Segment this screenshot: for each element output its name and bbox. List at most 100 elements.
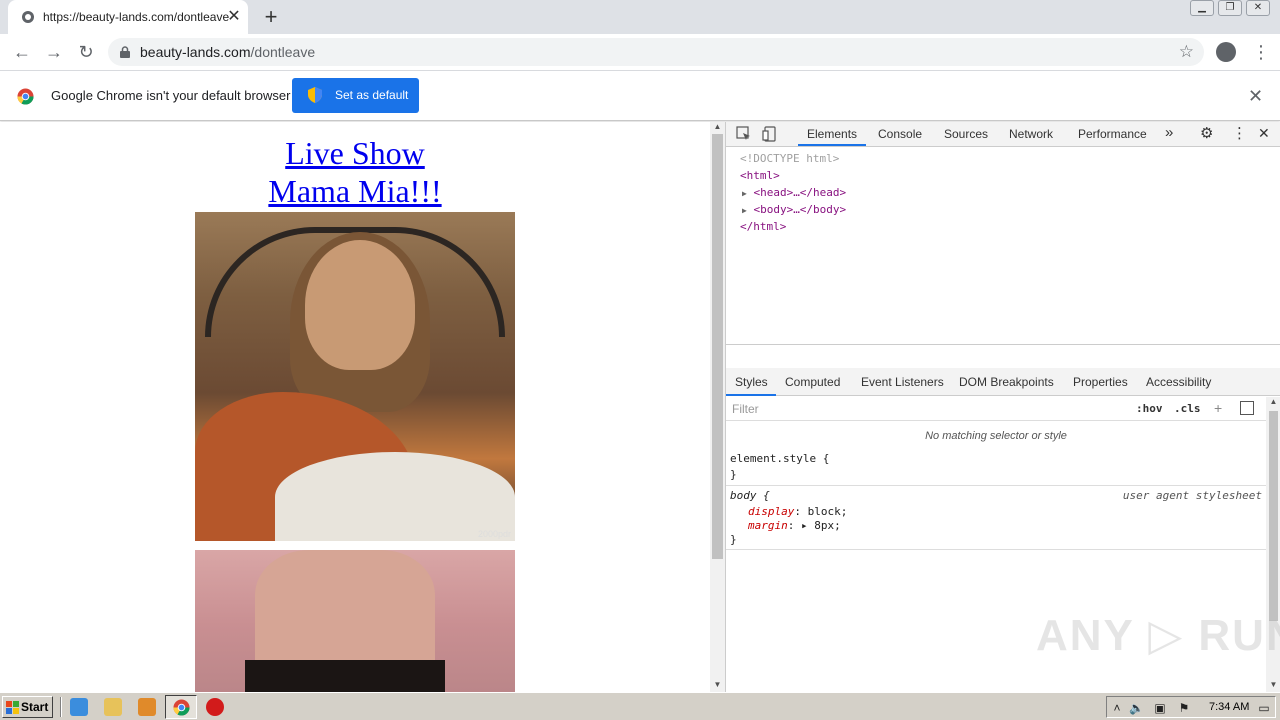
subtab-styles[interactable]: Styles xyxy=(735,375,768,389)
subtab-dom-breakpoints[interactable]: DOM Breakpoints xyxy=(959,375,1054,389)
scroll-up-icon[interactable]: ▲ xyxy=(710,122,725,132)
stop-sign-icon[interactable] xyxy=(206,698,224,716)
rule-separator xyxy=(726,485,1266,486)
restore-button[interactable]: ❐ xyxy=(1218,0,1242,16)
cls-toggle[interactable]: .cls xyxy=(1174,402,1201,415)
new-rule-icon[interactable]: + xyxy=(1214,400,1222,416)
chrome-icon xyxy=(173,699,190,716)
user-agent-label: user agent stylesheet xyxy=(1122,489,1262,502)
styles-subtabs: Styles Computed Event Listeners DOM Brea… xyxy=(726,368,1280,396)
prop-name-display: display xyxy=(748,505,795,518)
live-show-link[interactable]: Live Show xyxy=(0,134,710,172)
media-player-icon[interactable] xyxy=(138,698,156,716)
screen: https://beauty-lands.com/dontleave ✕ + ▁… xyxy=(0,0,1280,720)
tray-expand-icon[interactable]: ˄ xyxy=(1110,701,1124,715)
browser-tab[interactable]: https://beauty-lands.com/dontleave ✕ xyxy=(8,0,248,34)
tab-title: https://beauty-lands.com/dontleave xyxy=(43,10,230,24)
dom-body: <body>…</body> xyxy=(753,203,847,216)
devtools-menu-icon[interactable]: ⋮ xyxy=(1232,124,1247,142)
set-as-default-label: Set as default xyxy=(335,88,409,102)
no-match-message: No matching selector or style xyxy=(925,430,1067,442)
toggle-sidebar-icon[interactable] xyxy=(1240,401,1254,415)
start-button[interactable]: Start xyxy=(2,696,53,718)
dom-html-open[interactable]: <html> xyxy=(740,169,780,182)
page-scrollbar-thumb[interactable] xyxy=(712,134,723,559)
scroll-down-icon[interactable]: ▼ xyxy=(1266,680,1280,690)
infobar-message: Google Chrome isn't your default browser xyxy=(51,88,291,103)
new-tab-button[interactable]: + xyxy=(262,6,280,28)
hov-toggle[interactable]: :hov xyxy=(1136,402,1163,415)
body-rule-close: } xyxy=(730,533,737,546)
network-icon[interactable]: ▣ xyxy=(1153,701,1167,715)
subtab-accessibility[interactable]: Accessibility xyxy=(1146,375,1211,389)
url-path: /dontleave xyxy=(250,44,316,60)
style-property-display[interactable]: display: block; xyxy=(748,505,847,518)
dom-html-close[interactable]: </html> xyxy=(740,220,786,233)
taskbar-clock[interactable]: 7:34 AM xyxy=(1209,701,1249,713)
page-scrollbar[interactable]: ▲ ▼ xyxy=(710,122,725,692)
default-browser-infobar: Google Chrome isn't your default browser… xyxy=(0,71,1280,121)
scroll-up-icon[interactable]: ▲ xyxy=(1266,397,1280,407)
tab-sources[interactable]: Sources xyxy=(944,127,988,141)
back-icon[interactable]: ← xyxy=(12,42,32,62)
minimize-button[interactable]: ▁ xyxy=(1190,0,1214,16)
inspect-element-icon[interactable] xyxy=(736,126,752,142)
settings-gear-icon[interactable]: ⚙ xyxy=(1200,124,1213,142)
dom-body-node[interactable]: ▶ <body>…</body> xyxy=(742,203,846,216)
dom-doctype[interactable]: <!DOCTYPE html> xyxy=(740,152,839,165)
dom-head: <head>…</head> xyxy=(753,186,847,199)
web-page: Live Show Mama Mia!!! 2000pdr xyxy=(0,122,710,692)
tab-performance[interactable]: Performance xyxy=(1078,127,1147,141)
devtools-panel: Elements Console Sources Network Perform… xyxy=(725,122,1280,692)
taskbar-chrome-button[interactable] xyxy=(165,695,197,719)
styles-filter-input[interactable]: Filter xyxy=(732,402,759,416)
subtab-properties[interactable]: Properties xyxy=(1073,375,1128,389)
element-style-open[interactable]: element.style { xyxy=(730,452,829,465)
close-window-button[interactable]: ✕ xyxy=(1246,0,1270,16)
window-controls: ▁ ❐ ✕ xyxy=(1190,0,1270,20)
subtab-computed[interactable]: Computed xyxy=(785,375,840,389)
subtab-event-listeners[interactable]: Event Listeners xyxy=(861,375,944,389)
reload-icon[interactable]: ↻ xyxy=(76,42,96,62)
body-selector[interactable]: body { xyxy=(730,489,770,502)
url-host: beauty-lands.com xyxy=(140,44,251,60)
face-shape xyxy=(305,240,415,370)
expand-triangle-icon[interactable]: ▶ xyxy=(742,189,747,198)
set-as-default-button[interactable]: Set as default xyxy=(292,78,419,113)
globe-icon xyxy=(22,11,34,23)
styles-scrollbar-thumb[interactable] xyxy=(1269,411,1278,621)
more-tabs-icon[interactable]: » xyxy=(1165,124,1173,141)
menu-kebab-icon[interactable]: ⋮ xyxy=(1252,42,1270,62)
shield-icon xyxy=(308,87,322,103)
tab-network[interactable]: Network xyxy=(1009,127,1053,141)
profile-avatar-icon[interactable] xyxy=(1216,42,1236,62)
folder-icon[interactable] xyxy=(104,698,122,716)
white-sheet-shape xyxy=(275,452,515,541)
devtools-close-icon[interactable]: ✕ xyxy=(1258,125,1270,142)
dom-head-node[interactable]: ▶ <head>…</head> xyxy=(742,186,846,199)
chrome-logo-icon xyxy=(17,88,34,105)
volume-icon[interactable]: 🔈 xyxy=(1129,701,1144,715)
bookmark-star-icon[interactable]: ☆ xyxy=(1179,42,1194,62)
expand-triangle-icon[interactable]: ▶ xyxy=(742,206,747,215)
forward-icon[interactable]: → xyxy=(44,42,64,62)
action-center-flag-icon[interactable]: ⚑ xyxy=(1177,701,1191,715)
show-desktop-icon[interactable]: ▭ xyxy=(1257,701,1271,715)
tab-console[interactable]: Console xyxy=(878,127,922,141)
address-bar[interactable]: beauty-lands.com/dontleave ☆ xyxy=(108,38,1204,66)
internet-explorer-icon[interactable] xyxy=(70,698,88,716)
style-property-margin[interactable]: margin: ▸ 8px; xyxy=(748,519,841,532)
photo-watermark: 2000pdr xyxy=(477,529,511,539)
page-photo[interactable]: 2000pdr xyxy=(195,212,515,541)
scroll-down-icon[interactable]: ▼ xyxy=(710,680,725,690)
lock-icon xyxy=(120,46,130,58)
tab-close-icon[interactable]: ✕ xyxy=(226,9,242,25)
tab-elements[interactable]: Elements xyxy=(807,127,857,141)
taskbar-separator xyxy=(60,697,62,717)
page-photo-second[interactable] xyxy=(195,550,515,692)
mama-mia-link[interactable]: Mama Mia!!! xyxy=(0,172,710,210)
device-toolbar-icon[interactable] xyxy=(762,126,778,142)
infobar-close-icon[interactable]: ✕ xyxy=(1248,86,1263,107)
dom-tree: <!DOCTYPE html> <html> ▶ <head>…</head> … xyxy=(726,148,1280,345)
pane-divider[interactable] xyxy=(726,344,1280,345)
